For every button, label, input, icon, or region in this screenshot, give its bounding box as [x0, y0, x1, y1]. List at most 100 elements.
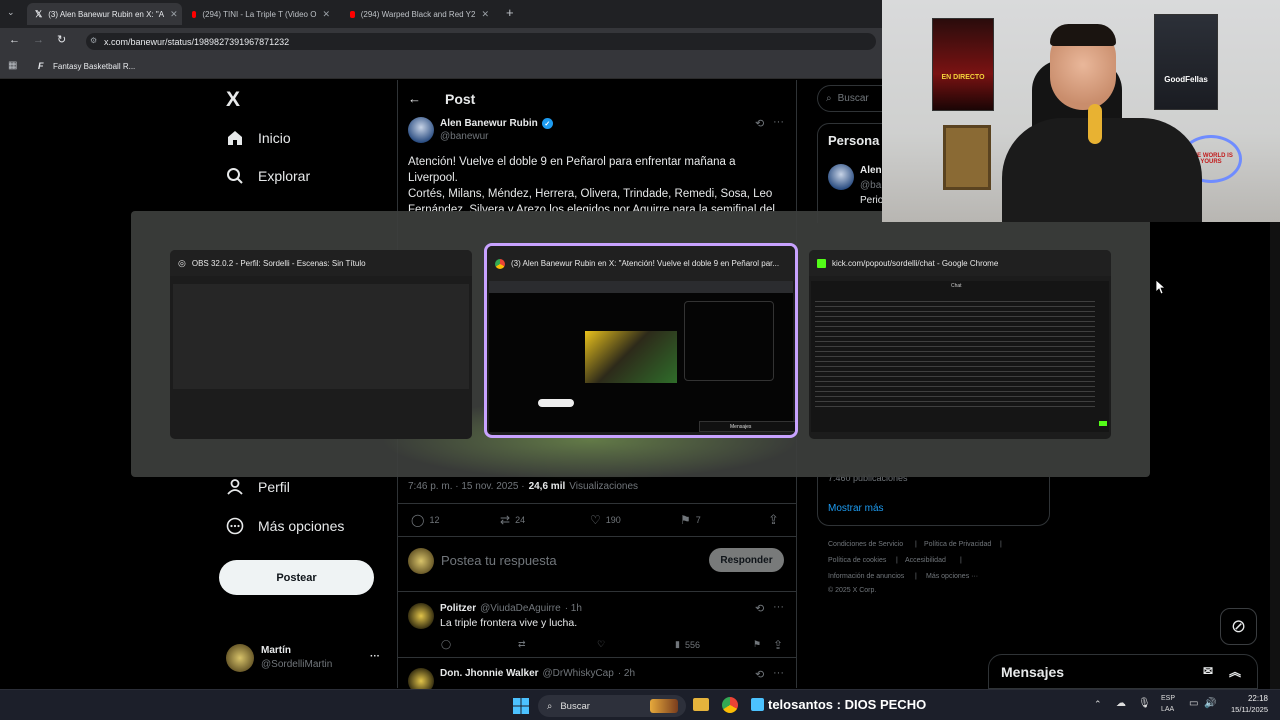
- switcher-window-kick-chat[interactable]: kick.com/popout/sordelli/chat - Google C…: [809, 250, 1111, 439]
- reply-author-handle: @DrWhiskyCap: [542, 668, 614, 679]
- language-code[interactable]: ESP: [1161, 695, 1175, 702]
- url-bar[interactable]: ⚙ x.com/banewur/status/19898273919678712…: [86, 33, 876, 50]
- post-timestamp[interactable]: 7:46 p. m. · 15 nov. 2025 ·: [408, 481, 525, 492]
- reply-header: Don. Jhonnie Walker @DrWhiskyCap · 2h: [440, 668, 635, 679]
- footer-link-privacy[interactable]: Política de Privacidad: [924, 541, 991, 548]
- search-icon: ⌕: [547, 700, 553, 712]
- tray-app-icon[interactable]: ☁: [1116, 698, 1126, 709]
- thumb-send-button: [1099, 421, 1107, 426]
- back-arrow-icon[interactable]: ←: [408, 91, 421, 106]
- views-action[interactable]: ▮ 556: [675, 639, 700, 650]
- scrollbar[interactable]: [1270, 220, 1280, 689]
- post-menu-icon[interactable]: ···: [773, 116, 784, 128]
- sidebar-item-label: Inicio: [258, 130, 291, 146]
- sidebar-item-mas-opciones[interactable]: Más opciones: [226, 517, 344, 535]
- author-name[interactable]: Alen Banewur Rubin: [440, 118, 538, 129]
- avatar[interactable]: [828, 164, 854, 190]
- tab-x-post[interactable]: 𝕏 (3) Alen Banewur Rubin en X: "A ✕: [27, 3, 182, 25]
- repost-icon[interactable]: ⇄: [518, 639, 526, 650]
- avatar[interactable]: [226, 644, 254, 672]
- heart-icon[interactable]: ♡: [597, 639, 605, 650]
- reply-input[interactable]: Postea tu respuesta: [441, 553, 557, 568]
- post-menu-icon[interactable]: ···: [773, 601, 784, 613]
- trends-card: [817, 477, 1050, 526]
- reply-author-name[interactable]: Don. Jhonnie Walker: [440, 668, 539, 679]
- forward-arrow-icon[interactable]: →: [33, 34, 44, 46]
- thumb-messages-bar: Mensajes: [699, 421, 795, 432]
- chrome-taskbar-icon[interactable]: [722, 697, 738, 713]
- keyboard-layout[interactable]: LAA: [1161, 706, 1174, 713]
- footer-link-cookies[interactable]: Política de cookies: [828, 557, 886, 564]
- account-menu-button[interactable]: ···: [370, 651, 380, 662]
- kick-icon: [817, 258, 826, 268]
- new-message-icon[interactable]: ✉: [1203, 664, 1213, 678]
- share-icon[interactable]: ⇪: [768, 512, 779, 528]
- network-icon[interactable]: ▭: [1189, 698, 1198, 709]
- back-arrow-icon[interactable]: ←: [9, 34, 20, 46]
- author-avatar[interactable]: [408, 117, 434, 143]
- account-name[interactable]: Martín: [261, 645, 291, 656]
- avatar: [408, 548, 434, 574]
- person-name[interactable]: Alen: [860, 165, 882, 176]
- windows-start-icon[interactable]: [513, 698, 529, 714]
- footer-link-ads-info[interactable]: Información de anuncios: [828, 573, 904, 580]
- reply-button[interactable]: Responder: [709, 548, 784, 572]
- footer-link-accessibility[interactable]: Accesibilidad: [905, 557, 946, 564]
- like-count: 190: [605, 515, 621, 525]
- bookmark-icon[interactable]: ⚑: [753, 639, 761, 650]
- footer-link-more[interactable]: Más opciones ···: [926, 573, 978, 580]
- avatar[interactable]: [408, 603, 434, 629]
- thumb-post-button: [538, 399, 574, 407]
- tab-youtube-warped[interactable]: (294) Warped Black and Red Y2 ✕: [342, 3, 497, 25]
- microphone-icon[interactable]: 🎙: [1138, 698, 1151, 709]
- switcher-window-obs[interactable]: ◎ OBS 32.0.2 - Perfil: Sordelli - Escenas…: [170, 250, 472, 439]
- reply-icon[interactable]: ◯: [441, 639, 451, 650]
- taskbar-search[interactable]: ⌕ Buscar: [538, 695, 686, 717]
- clock-time[interactable]: 22:18: [1228, 694, 1268, 703]
- post-button[interactable]: Postear: [219, 560, 374, 595]
- bookmark-action[interactable]: ⚑ 7: [680, 513, 701, 527]
- reply-action[interactable]: ◯ 12: [411, 513, 439, 527]
- thumb-chat-lines: [815, 301, 1095, 411]
- share-icon[interactable]: ⇪: [773, 638, 783, 652]
- stream-app-icon[interactable]: [751, 698, 764, 711]
- tray-chevron-icon[interactable]: ⌃: [1094, 699, 1102, 710]
- bookmark-fantasy-basketball[interactable]: Fantasy Basketball R...: [53, 62, 135, 71]
- reply-author-name[interactable]: Politzer: [440, 603, 476, 614]
- thumb-photo: [585, 331, 677, 383]
- footer-link-terms[interactable]: Condiciones de Servicio: [828, 541, 903, 548]
- tab-search-icon[interactable]: ⌄: [7, 7, 15, 18]
- like-action[interactable]: ♡ 190: [590, 513, 621, 527]
- poster-left: EN DIRECTO: [932, 18, 994, 111]
- messages-drawer[interactable]: Mensajes ✉ ︽: [988, 654, 1258, 689]
- close-icon[interactable]: ✕: [170, 9, 178, 20]
- reload-icon[interactable]: ↻: [57, 33, 66, 46]
- sidebar-item-perfil[interactable]: Perfil: [226, 478, 290, 496]
- x-logo-icon[interactable]: X: [226, 88, 240, 112]
- clock-date[interactable]: 15/11/2025: [1222, 705, 1268, 714]
- close-icon[interactable]: ✕: [322, 9, 330, 20]
- new-tab-button[interactable]: +: [506, 5, 514, 20]
- file-explorer-icon[interactable]: [693, 698, 709, 711]
- sidebar-item-explorar[interactable]: Explorar: [226, 167, 310, 185]
- grok-icon[interactable]: ⟲: [755, 117, 764, 130]
- post-menu-icon[interactable]: ···: [773, 667, 784, 679]
- tab-youtube-tini[interactable]: (294) TINI - La Triple T (Video O ✕: [184, 3, 338, 25]
- site-info-icon[interactable]: ⚙: [90, 36, 97, 45]
- repost-action[interactable]: ⇄ 24: [500, 513, 525, 527]
- volume-icon[interactable]: 🔊: [1204, 698, 1216, 709]
- url-text: x.com/banewur/status/1989827391967871232: [104, 36, 290, 47]
- sidebar-item-inicio[interactable]: Inicio: [226, 129, 291, 147]
- close-icon[interactable]: ✕: [481, 9, 489, 20]
- switcher-window-chrome-x[interactable]: (3) Alen Banewur Rubin en X: "Atención! …: [484, 243, 798, 438]
- grok-button-icon[interactable]: ⊘: [1220, 608, 1257, 645]
- window-thumbnail: [173, 284, 469, 389]
- grok-icon[interactable]: ⟲: [755, 668, 764, 681]
- apps-grid-icon[interactable]: ▦: [8, 60, 17, 71]
- author-name-row[interactable]: Alen Banewur Rubin ✓: [440, 118, 553, 129]
- obs-icon: ◎: [178, 257, 186, 268]
- collapse-icon[interactable]: ︽: [1229, 663, 1241, 680]
- windows-taskbar: ⌕ Buscar telosantos : DIOS PECHO ⌃ ☁ 🎙 ES…: [0, 689, 1280, 720]
- show-more-link[interactable]: Mostrar más: [828, 503, 884, 514]
- grok-icon[interactable]: ⟲: [755, 602, 764, 615]
